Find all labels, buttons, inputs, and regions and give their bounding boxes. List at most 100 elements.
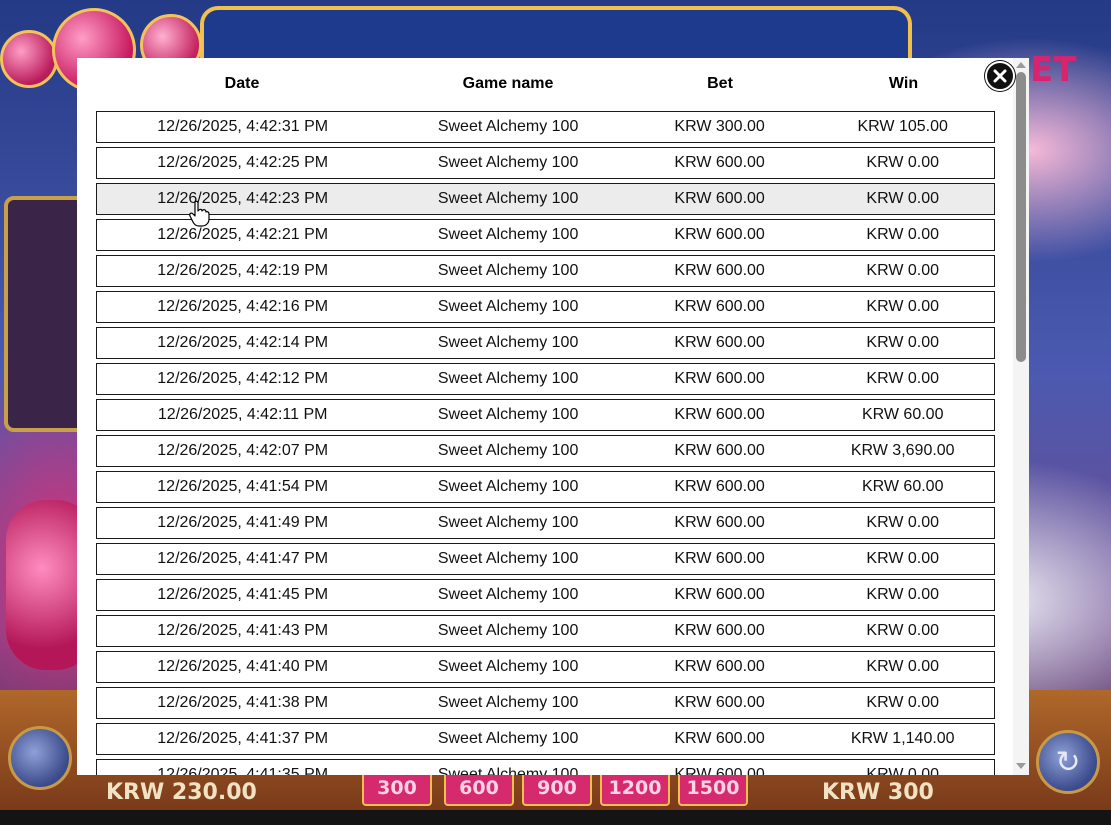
bet-option-button[interactable]: 900 — [522, 770, 592, 806]
history-table-body: 12/26/2025, 4:42:31 PM Sweet Alchemy 100 K… — [96, 111, 995, 775]
row-date: 12/26/2025, 4:41:43 PM — [157, 622, 329, 639]
history-row[interactable]: 12/26/2025, 4:41:40 PM Sweet Alchemy 100 K… — [96, 651, 995, 683]
row-date: 12/26/2025, 4:42:31 PM — [157, 118, 329, 135]
row-win: KRW 0.00 — [866, 514, 940, 531]
row-game-name: Sweet Alchemy 100 — [437, 514, 579, 531]
row-bet: KRW 300.00 — [674, 118, 765, 135]
row-game-name: Sweet Alchemy 100 — [437, 226, 579, 243]
bet-option-button[interactable]: 600 — [444, 770, 514, 806]
bet-option-button[interactable]: 300 — [362, 770, 432, 806]
row-win: KRW 0.00 — [866, 550, 940, 567]
history-row[interactable]: 12/26/2025, 4:41:35 PM Sweet Alchemy 100 K… — [96, 759, 995, 775]
row-date: 12/26/2025, 4:41:40 PM — [157, 658, 329, 675]
row-win: KRW 0.00 — [866, 694, 940, 711]
row-bet: KRW 600.00 — [674, 370, 765, 387]
history-row[interactable]: 12/26/2025, 4:41:45 PM Sweet Alchemy 100 K… — [96, 579, 995, 611]
history-row[interactable]: 12/26/2025, 4:41:47 PM Sweet Alchemy 100 K… — [96, 543, 995, 575]
row-date: 12/26/2025, 4:41:37 PM — [157, 730, 329, 747]
history-row[interactable]: 12/26/2025, 4:42:19 PM Sweet Alchemy 100 K… — [96, 255, 995, 287]
history-row[interactable]: 12/26/2025, 4:41:38 PM Sweet Alchemy 100 K… — [96, 687, 995, 719]
history-row[interactable]: 12/26/2025, 4:42:11 PM Sweet Alchemy 100 K… — [96, 399, 995, 431]
row-game-name: Sweet Alchemy 100 — [437, 118, 579, 135]
row-win: KRW 3,690.00 — [850, 442, 955, 459]
history-row[interactable]: 12/26/2025, 4:42:07 PM Sweet Alchemy 100 K… — [96, 435, 995, 467]
row-date: 12/26/2025, 4:42:12 PM — [157, 370, 329, 387]
bet-option-button[interactable]: 1200 — [600, 770, 670, 806]
header-date: Date — [224, 75, 260, 92]
bet-value: KRW 300 — [822, 780, 934, 805]
history-row[interactable]: 12/26/2025, 4:42:12 PM Sweet Alchemy 100 K… — [96, 363, 995, 395]
row-game-name: Sweet Alchemy 100 — [437, 442, 579, 459]
row-game-name: Sweet Alchemy 100 — [437, 154, 579, 171]
row-win: KRW 60.00 — [861, 478, 944, 495]
history-row[interactable]: 12/26/2025, 4:42:25 PM Sweet Alchemy 100 K… — [96, 147, 995, 179]
row-date: 12/26/2025, 4:41:54 PM — [157, 478, 329, 495]
history-row[interactable]: 12/26/2025, 4:41:54 PM Sweet Alchemy 100 K… — [96, 471, 995, 503]
header-win: Win — [888, 75, 919, 92]
header-game-name: Game name — [462, 75, 554, 92]
row-win: KRW 0.00 — [866, 622, 940, 639]
row-bet: KRW 600.00 — [674, 262, 765, 279]
scrollbar[interactable] — [1013, 58, 1029, 775]
close-icon — [993, 69, 1007, 83]
header-bet: Bet — [707, 75, 733, 92]
side-panel — [4, 196, 88, 432]
row-date: 12/26/2025, 4:41:47 PM — [157, 550, 329, 567]
row-win: KRW 0.00 — [866, 334, 940, 351]
scroll-thumb[interactable] — [1016, 72, 1026, 362]
row-date: 12/26/2025, 4:42:25 PM — [157, 154, 329, 171]
row-date: 12/26/2025, 4:42:19 PM — [157, 262, 329, 279]
history-row[interactable]: 12/26/2025, 4:41:37 PM Sweet Alchemy 100 K… — [96, 723, 995, 755]
row-win: KRW 0.00 — [866, 766, 940, 775]
row-win: KRW 0.00 — [866, 370, 940, 387]
row-bet: KRW 600.00 — [674, 694, 765, 711]
history-row[interactable]: 12/26/2025, 4:41:43 PM Sweet Alchemy 100 K… — [96, 615, 995, 647]
row-date: 12/26/2025, 4:42:16 PM — [157, 298, 329, 315]
row-bet: KRW 600.00 — [674, 154, 765, 171]
reel-frame — [200, 6, 912, 66]
row-bet: KRW 600.00 — [674, 730, 765, 747]
history-row[interactable]: 12/26/2025, 4:42:23 PM Sweet Alchemy 100 K… — [96, 183, 995, 215]
row-date: 12/26/2025, 4:41:38 PM — [157, 694, 329, 711]
row-win: KRW 0.00 — [866, 586, 940, 603]
row-bet: KRW 600.00 — [674, 766, 765, 775]
history-row[interactable]: 12/26/2025, 4:42:21 PM Sweet Alchemy 100 K… — [96, 219, 995, 251]
row-game-name: Sweet Alchemy 100 — [437, 766, 579, 775]
row-game-name: Sweet Alchemy 100 — [437, 298, 579, 315]
row-game-name: Sweet Alchemy 100 — [437, 658, 579, 675]
row-win: KRW 1,140.00 — [850, 730, 955, 747]
row-date: 12/26/2025, 4:42:21 PM — [157, 226, 329, 243]
row-game-name: Sweet Alchemy 100 — [437, 262, 579, 279]
history-row[interactable]: 12/26/2025, 4:42:16 PM Sweet Alchemy 100 K… — [96, 291, 995, 323]
bet-option-button[interactable]: 1500 — [678, 770, 748, 806]
row-win: KRW 0.00 — [866, 190, 940, 207]
close-button[interactable] — [985, 61, 1015, 91]
row-bet: KRW 600.00 — [674, 622, 765, 639]
row-win: KRW 60.00 — [861, 406, 944, 423]
balance-value: KRW 230.00 — [106, 780, 257, 805]
game-logo: ET — [1030, 50, 1077, 90]
row-game-name: Sweet Alchemy 100 — [437, 622, 579, 639]
row-date: 12/26/2025, 4:42:07 PM — [157, 442, 329, 459]
scroll-up-arrow-icon[interactable] — [1016, 62, 1026, 68]
row-date: 12/26/2025, 4:41:45 PM — [157, 586, 329, 603]
info-button[interactable] — [8, 726, 72, 790]
row-date: 12/26/2025, 4:41:49 PM — [157, 514, 329, 531]
row-game-name: Sweet Alchemy 100 — [437, 190, 579, 207]
row-bet: KRW 600.00 — [674, 190, 765, 207]
row-game-name: Sweet Alchemy 100 — [437, 730, 579, 747]
row-bet: KRW 600.00 — [674, 226, 765, 243]
autoplay-button[interactable]: ↻ — [1036, 730, 1100, 794]
row-win: KRW 105.00 — [857, 118, 948, 135]
history-row[interactable]: 12/26/2025, 4:41:49 PM Sweet Alchemy 100 K… — [96, 507, 995, 539]
row-game-name: Sweet Alchemy 100 — [437, 370, 579, 387]
multiplier-bubble — [0, 30, 58, 88]
hand-cursor-icon — [189, 200, 210, 227]
history-row[interactable]: 12/26/2025, 4:42:14 PM Sweet Alchemy 100 K… — [96, 327, 995, 359]
scroll-down-arrow-icon[interactable] — [1016, 763, 1026, 769]
row-date: 12/26/2025, 4:42:14 PM — [157, 334, 329, 351]
row-game-name: Sweet Alchemy 100 — [437, 694, 579, 711]
row-win: KRW 0.00 — [866, 658, 940, 675]
row-win: KRW 0.00 — [866, 298, 940, 315]
history-row[interactable]: 12/26/2025, 4:42:31 PM Sweet Alchemy 100 K… — [96, 111, 995, 143]
